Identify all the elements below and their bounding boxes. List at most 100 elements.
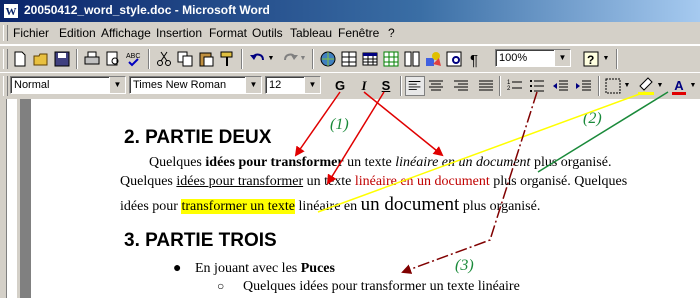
bullet2-text: Quelques idées pour transformer un texte… <box>243 279 520 294</box>
p1-italic: linéaire en un document <box>395 155 531 170</box>
paragraph-2: Quelques idées pour transformer un texte… <box>120 174 627 190</box>
numbering-icon[interactable]: 12 <box>505 76 525 96</box>
borders-dropdown-icon[interactable]: ▼ <box>622 76 632 96</box>
p1-bold: idées pour transformer <box>205 155 344 170</box>
menu-affichage[interactable]: Affichage <box>101 26 151 40</box>
paragraph-3: idées pour transformer un texte linéaire… <box>120 194 540 216</box>
zoom-dropdown-icon[interactable]: ▼ <box>554 50 570 66</box>
borders-icon[interactable] <box>603 76 623 96</box>
menu-outils[interactable]: Outils <box>252 26 283 40</box>
p3-c: linéaire en <box>294 199 361 214</box>
zoom-combo[interactable]: 100% ▼ <box>495 49 571 67</box>
menu-tableau[interactable]: Tableau <box>290 26 332 40</box>
svg-text:ABC: ABC <box>126 53 140 60</box>
toolbar-separator <box>499 76 501 96</box>
help-dropdown-icon[interactable]: ▼ <box>601 49 611 69</box>
word-app-icon[interactable]: W <box>3 3 19 19</box>
align-center-icon[interactable] <box>426 76 446 96</box>
decrease-indent-icon[interactable] <box>551 76 571 96</box>
toolbar-separator <box>400 76 402 96</box>
insert-table-icon[interactable] <box>360 49 380 69</box>
document-map-icon[interactable] <box>444 49 464 69</box>
menu-fenetre[interactable]: Fenêtre <box>338 26 379 40</box>
align-right-icon[interactable] <box>451 76 471 96</box>
justify-icon[interactable] <box>476 76 496 96</box>
toolbar-grip[interactable] <box>3 49 8 69</box>
toolbar-grip[interactable] <box>3 76 8 96</box>
font-size-combo[interactable]: 12 ▼ <box>265 76 321 94</box>
menu-bar: Fichier Edition Affichage Insertion Form… <box>0 22 700 45</box>
drawing-icon[interactable] <box>423 49 443 69</box>
svg-text:?: ? <box>587 53 594 67</box>
bullets-icon[interactable] <box>527 76 547 96</box>
font-dropdown-icon[interactable]: ▼ <box>245 77 261 93</box>
undo-dropdown-icon[interactable]: ▼ <box>266 49 276 69</box>
print-icon[interactable] <box>82 49 102 69</box>
bold-button[interactable]: G <box>330 76 350 96</box>
redo-icon[interactable] <box>280 49 300 69</box>
section2-heading: 2. PARTIE DEUX <box>124 127 272 148</box>
p2-underline: idées pour transformer <box>176 174 304 189</box>
align-left-icon[interactable] <box>405 76 425 96</box>
insert-excel-icon[interactable] <box>381 49 401 69</box>
menu-help[interactable]: ? <box>388 26 395 40</box>
menu-edition[interactable]: Edition <box>59 26 96 40</box>
menu-grip[interactable] <box>3 25 8 41</box>
annotation-3: (3) <box>455 257 474 274</box>
font-size-value: 12 <box>269 79 282 91</box>
redo-dropdown-icon[interactable]: ▼ <box>298 49 308 69</box>
menu-fichier[interactable]: Fichier <box>13 26 49 40</box>
bullet-dot: ● <box>173 261 182 276</box>
spelling-icon[interactable]: ABC <box>124 49 144 69</box>
font-combo[interactable]: Times New Roman ▼ <box>129 76 262 94</box>
underline-button[interactable]: S <box>376 76 396 96</box>
toolbar-separator <box>148 49 150 69</box>
help-icon[interactable]: ? <box>581 49 601 69</box>
show-hide-icon[interactable]: ¶ <box>465 49 485 69</box>
bullet1-bold: Puces <box>300 261 335 276</box>
vertical-ruler[interactable] <box>0 99 21 298</box>
increase-indent-icon[interactable] <box>574 76 594 96</box>
annotation-2: (2) <box>583 110 602 127</box>
font-color-dropdown-icon[interactable]: ▼ <box>688 76 698 96</box>
formatting-toolbar: Normal ▼ Times New Roman ▼ 12 ▼ G I S 12… <box>0 72 700 100</box>
copy-icon[interactable] <box>175 49 195 69</box>
paste-icon[interactable] <box>196 49 216 69</box>
p3-large: un document <box>360 194 460 215</box>
font-color-swatch <box>672 92 686 95</box>
menu-format[interactable]: Format <box>209 26 247 40</box>
save-icon[interactable] <box>52 49 72 69</box>
p2-e: plus organisé. Quelques <box>489 174 628 189</box>
open-folder-icon[interactable] <box>31 49 51 69</box>
page-edge <box>21 99 31 298</box>
p2-c: un texte <box>303 174 355 189</box>
title-bar: W 20050412_word_style.doc - Microsoft Wo… <box>0 0 700 22</box>
tables-borders-icon[interactable] <box>339 49 359 69</box>
new-document-icon[interactable] <box>10 49 30 69</box>
paragraph-1: Quelques idées pour transformer un texte… <box>149 155 611 171</box>
bullet-circle: ○ <box>217 279 225 293</box>
style-value: Normal <box>14 79 50 91</box>
highlight-icon[interactable] <box>636 76 656 96</box>
style-combo[interactable]: Normal ▼ <box>10 76 126 94</box>
format-painter-icon[interactable] <box>217 49 237 69</box>
svg-text:2: 2 <box>507 86 511 92</box>
toolbar-separator <box>312 49 314 69</box>
italic-button[interactable]: I <box>354 76 374 96</box>
style-dropdown-icon[interactable]: ▼ <box>109 77 125 93</box>
toolbar-separator <box>241 49 243 69</box>
section3-heading: 3. PARTIE TROIS <box>124 230 277 251</box>
menu-insertion[interactable]: Insertion <box>156 26 202 40</box>
annotation-1: (1) <box>330 116 349 133</box>
cut-icon[interactable] <box>154 49 174 69</box>
p1-e: plus organisé. <box>530 155 612 170</box>
document-area[interactable]: 2. PARTIE DEUX Quelques idées pour trans… <box>21 99 700 298</box>
hyperlink-globe-icon[interactable] <box>318 49 338 69</box>
undo-icon[interactable] <box>248 49 268 69</box>
zoom-value: 100% <box>499 52 528 64</box>
font-value: Times New Roman <box>133 79 227 91</box>
print-preview-icon[interactable] <box>103 49 123 69</box>
highlight-dropdown-icon[interactable]: ▼ <box>655 76 665 96</box>
font-size-dropdown-icon[interactable]: ▼ <box>304 77 320 93</box>
columns-icon[interactable] <box>402 49 422 69</box>
